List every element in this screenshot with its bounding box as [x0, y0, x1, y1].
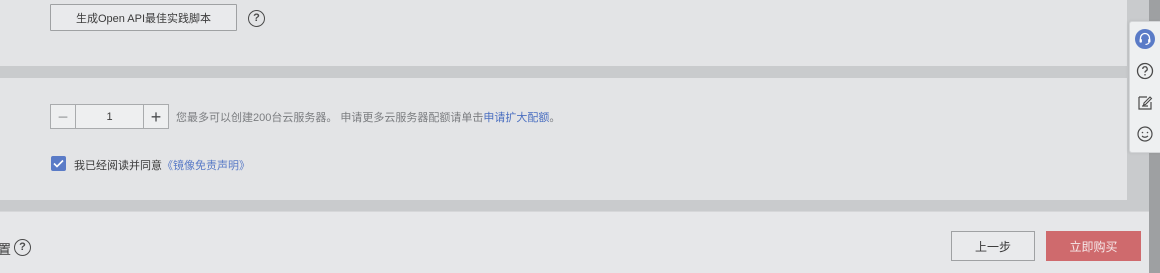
increment-button[interactable]: +	[143, 105, 168, 128]
agreement-text: 我已经阅读并同意	[74, 160, 162, 172]
floating-toolbar	[1129, 21, 1160, 153]
quota-hint: 您最多可以创建200台云服务器。 申请更多云服务器配额请单击申请扩大配额。	[176, 109, 560, 125]
check-icon	[53, 159, 64, 168]
edit-feedback-icon[interactable]	[1135, 93, 1155, 113]
footer-config-label: 置	[0, 242, 12, 257]
quota-hint-text: 您最多可以创建200台云服务器。 申请更多云服务器配额请单击	[176, 112, 484, 124]
agreement-label: 我已经阅读并同意《镜像免责声明》	[74, 157, 250, 173]
headset-support-icon[interactable]	[1135, 29, 1155, 49]
apply-quota-link[interactable]: 申请扩大配额	[483, 112, 549, 124]
generate-openapi-script-button[interactable]: 生成Open API最佳实践脚本	[50, 4, 237, 31]
help-icon[interactable]	[1135, 61, 1155, 81]
buy-now-button[interactable]: 立即购买	[1046, 231, 1141, 261]
agreement-checkbox[interactable]	[51, 156, 66, 171]
smile-icon[interactable]	[1135, 124, 1155, 144]
question-circle-icon[interactable]: ?	[248, 10, 265, 27]
quantity-input[interactable]: 1	[76, 105, 143, 128]
quantity-panel	[0, 78, 1127, 200]
previous-step-button[interactable]: 上一步	[951, 231, 1035, 261]
image-disclaimer-link[interactable]: 《镜像免责声明》	[162, 160, 250, 172]
decrement-button[interactable]: −	[51, 105, 76, 128]
question-circle-icon[interactable]: ?	[14, 239, 31, 256]
quota-hint-suffix: 。	[549, 112, 561, 124]
quantity-stepper[interactable]: − 1 +	[50, 104, 169, 129]
config-panel-top: 生成Open API最佳实践脚本 ?	[0, 0, 1127, 66]
